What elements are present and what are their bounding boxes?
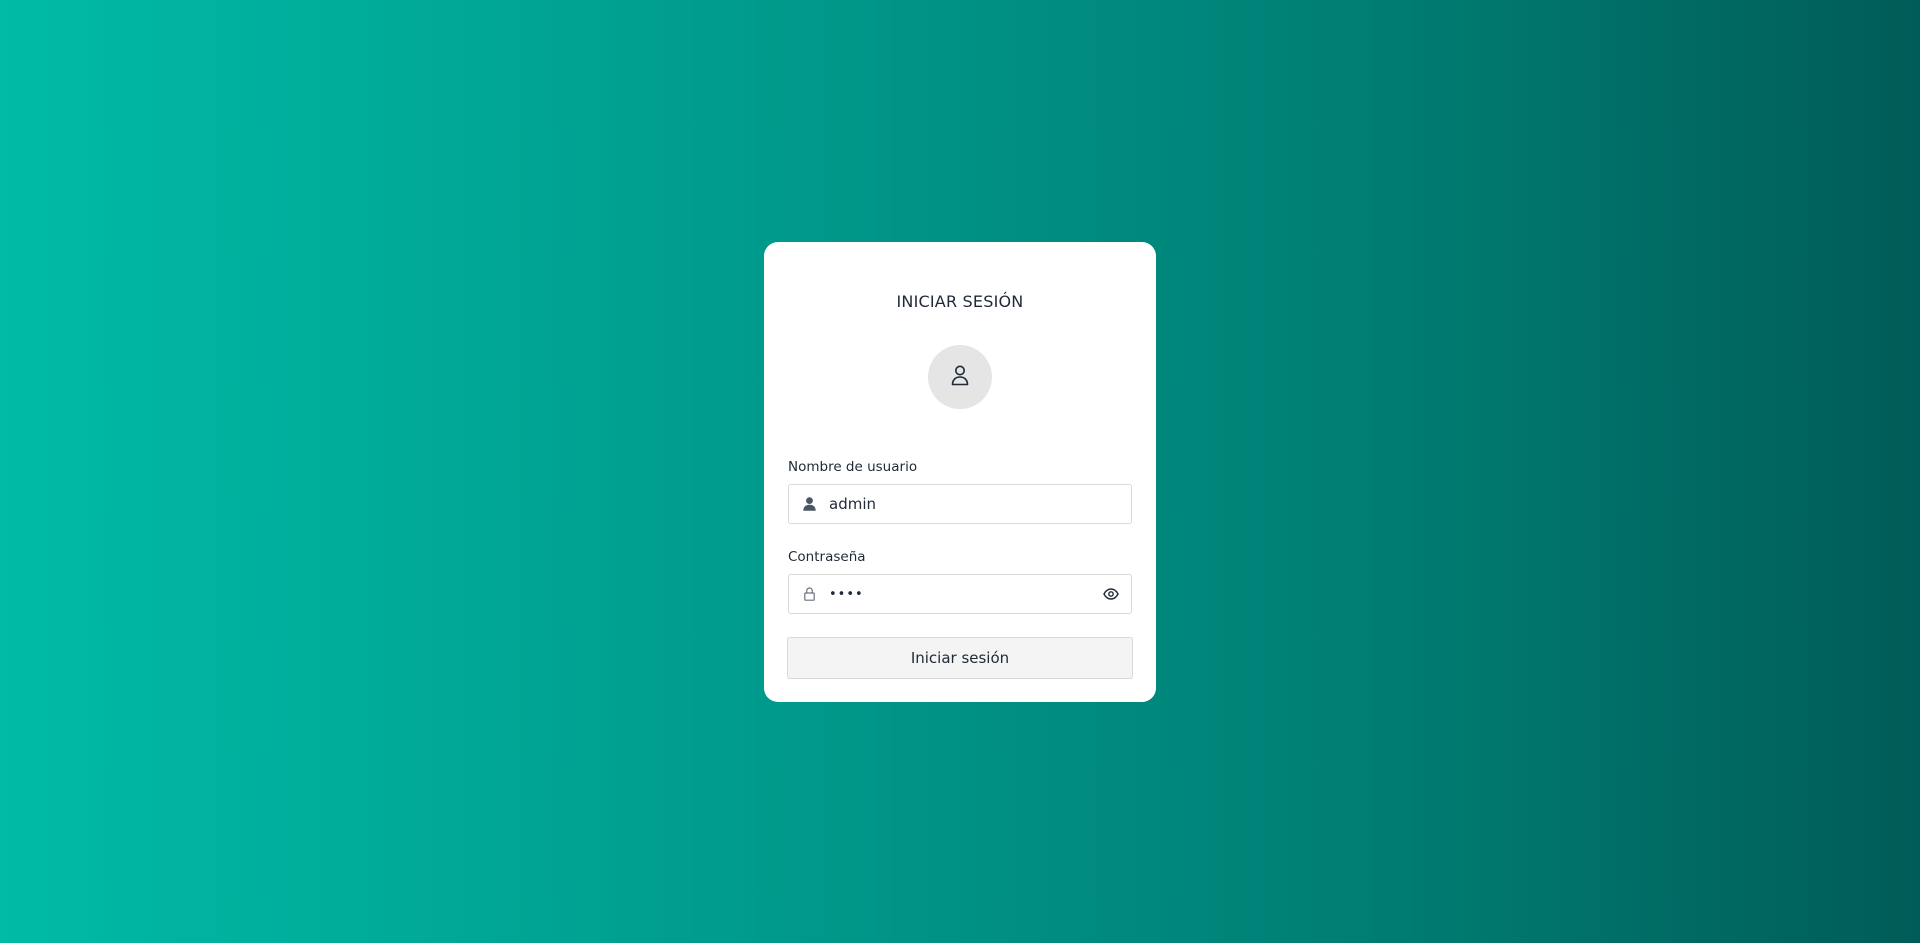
lock-icon: [789, 575, 829, 613]
username-field[interactable]: [788, 484, 1132, 524]
eye-icon[interactable]: [1091, 575, 1131, 613]
avatar: [928, 345, 992, 409]
user-outline-icon: [950, 364, 970, 390]
username-input[interactable]: [829, 486, 1131, 522]
user-solid-icon: [789, 485, 829, 523]
login-button[interactable]: Iniciar sesión: [787, 637, 1133, 679]
password-input[interactable]: [829, 576, 1091, 612]
password-field[interactable]: [788, 574, 1132, 614]
username-label: Nombre de usuario: [788, 459, 918, 475]
password-label: Contraseña: [788, 549, 866, 565]
login-title: INICIAR SESIÓN: [896, 292, 1024, 311]
login-card: INICIAR SESIÓN Nombre de usuario Contras…: [764, 242, 1156, 702]
